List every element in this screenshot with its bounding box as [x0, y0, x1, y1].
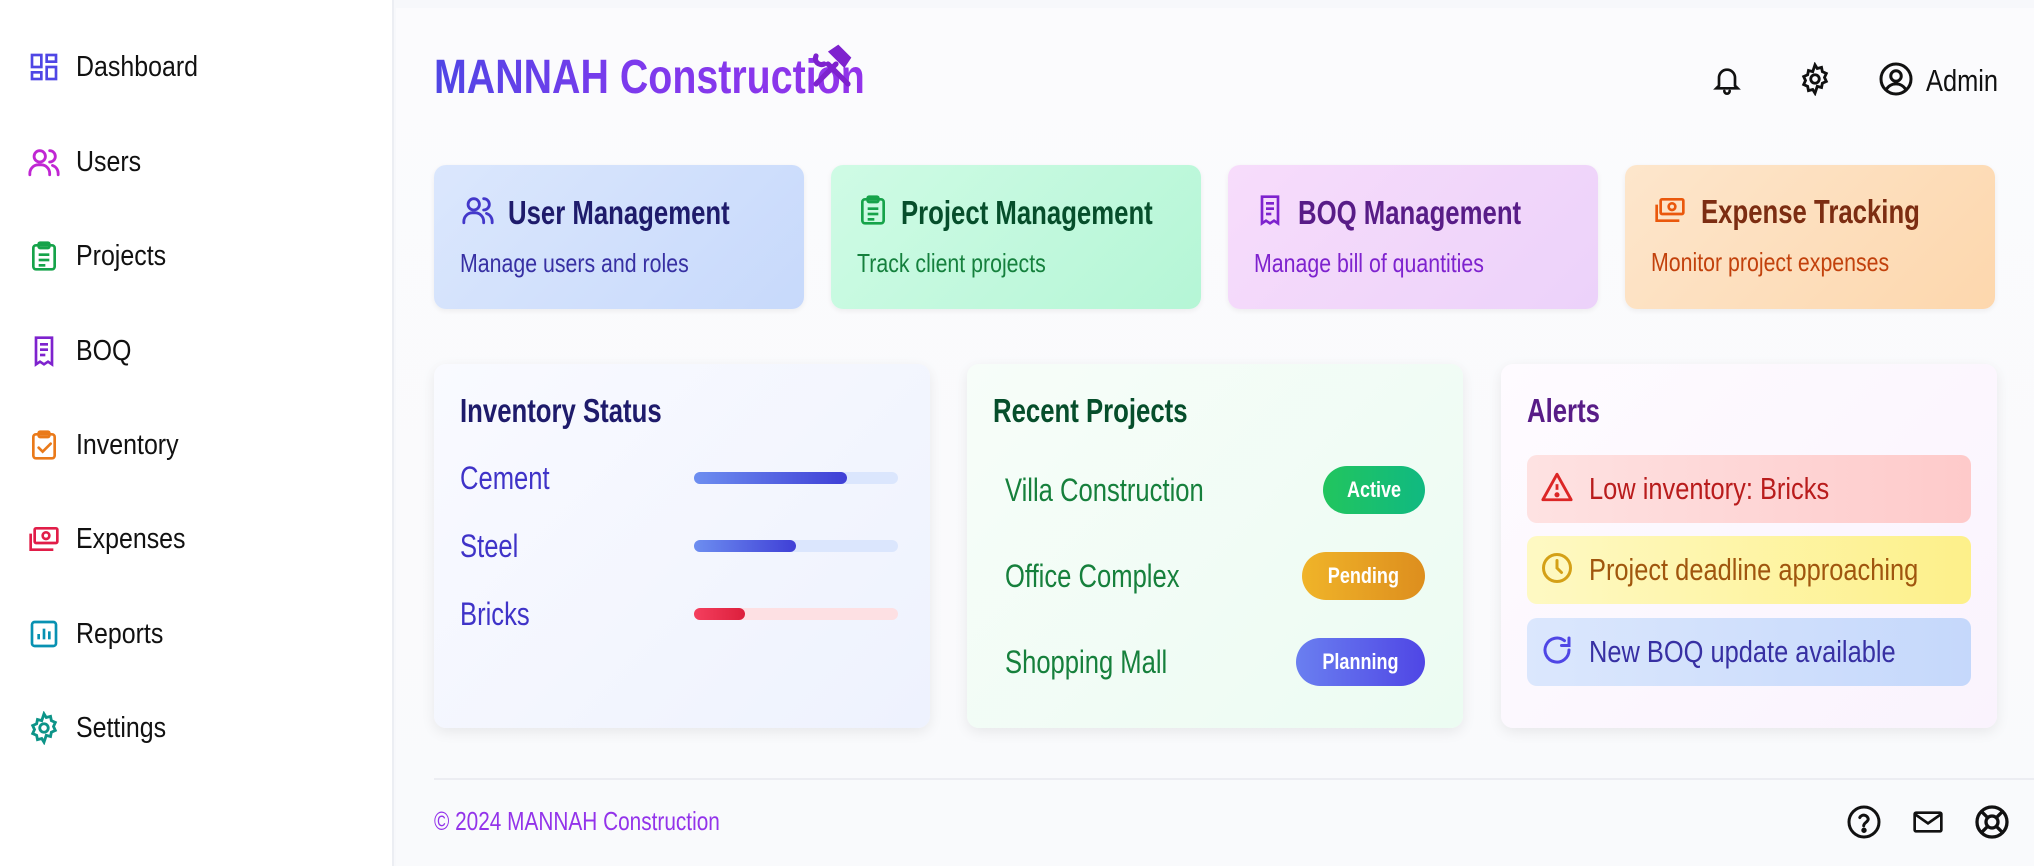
inventory-name: Cement: [460, 459, 550, 496]
cash-icon: [1651, 194, 1689, 231]
project-row[interactable]: Shopping Mall Planning: [1005, 636, 1425, 688]
project-name: Villa Construction: [1005, 471, 1204, 508]
inventory-row: Bricks: [460, 594, 904, 634]
admin-menu[interactable]: Admin: [1878, 61, 2016, 102]
gear-icon: [26, 710, 62, 746]
project-name: Office Complex: [1005, 557, 1180, 594]
card-title: BOQ Management: [1298, 193, 1522, 231]
inventory-name: Steel: [460, 527, 519, 564]
lifebuoy-icon: [1974, 804, 2010, 845]
sidebar-item-label: BOQ: [76, 334, 132, 367]
progress-bar: [694, 608, 898, 620]
alert-item[interactable]: Project deadline approaching: [1527, 536, 1971, 604]
sidebar-item-dashboard[interactable]: Dashboard: [26, 42, 356, 92]
main-content: MANNAH Construction Admin User Managemen…: [396, 8, 2034, 866]
card-desc: Track client projects: [857, 248, 1046, 278]
card-boq-management[interactable]: BOQ Management Manage bill of quantities: [1228, 165, 1598, 309]
alerts-panel: Alerts Low inventory: Bricks Project dea…: [1501, 364, 1997, 728]
sidebar-item-settings[interactable]: Settings: [26, 703, 356, 753]
project-row[interactable]: Villa Construction Active: [1005, 464, 1425, 516]
sidebar-item-inventory[interactable]: Inventory: [26, 420, 356, 470]
sidebar-item-label: Reports: [76, 617, 164, 650]
top-actions: Admin: [1662, 58, 2016, 104]
alert-item[interactable]: Low inventory: Bricks: [1527, 455, 1971, 523]
hammer-wrench-icon: [808, 44, 856, 97]
sidebar-item-expenses[interactable]: Expenses: [26, 514, 356, 564]
sidebar: Dashboard Users Projects BOQ Inventory E…: [0, 0, 394, 866]
clipboard-check-icon: [26, 427, 62, 463]
inventory-row: Cement: [460, 458, 904, 498]
card-title: Project Management: [901, 193, 1153, 231]
sidebar-item-users[interactable]: Users: [26, 137, 356, 187]
status-badge: Planning: [1296, 638, 1425, 686]
brand: MANNAH Construction: [434, 44, 959, 105]
card-title: Expense Tracking: [1701, 193, 1920, 230]
help-button[interactable]: [1844, 804, 1884, 844]
sidebar-item-label: Settings: [76, 711, 167, 744]
panel-title: Alerts: [1527, 392, 1600, 429]
support-button[interactable]: [1972, 804, 2012, 844]
question-icon: [1846, 804, 1882, 845]
admin-label: Admin: [1926, 63, 1999, 98]
status-badge: Active: [1322, 466, 1425, 514]
sidebar-item-projects[interactable]: Projects: [26, 231, 356, 281]
sidebar-item-label: Users: [76, 145, 142, 178]
refresh-icon: [1539, 632, 1575, 673]
progress-bar: [694, 472, 898, 484]
mail-icon: [1910, 806, 1946, 843]
receipt-icon: [26, 333, 62, 369]
cash-icon: [26, 521, 62, 557]
clipboard-icon: [857, 193, 889, 232]
page-title: MANNAH Construction: [434, 51, 865, 104]
notifications-button[interactable]: [1704, 58, 1750, 104]
bell-icon: [1711, 62, 1743, 101]
project-row[interactable]: Office Complex Pending: [1005, 550, 1425, 602]
recent-projects-panel: Recent Projects Villa Construction Activ…: [967, 364, 1463, 728]
sidebar-item-label: Expenses: [76, 522, 186, 555]
project-name: Shopping Mall: [1005, 643, 1168, 680]
card-expense-tracking[interactable]: Expense Tracking Monitor project expense…: [1625, 165, 1995, 309]
clock-icon: [1539, 550, 1575, 591]
card-title: User Management: [508, 193, 730, 231]
card-desc: Monitor project expenses: [1651, 247, 1890, 277]
copyright: © 2024 MANNAH Construction: [434, 806, 720, 836]
receipt-icon: [1254, 193, 1286, 232]
progress-fill: [694, 540, 796, 552]
card-project-management[interactable]: Project Management Track client projects: [831, 165, 1201, 309]
inventory-row: Steel: [460, 526, 904, 566]
alert-text: New BOQ update available: [1589, 634, 1896, 669]
card-user-management[interactable]: User Management Manage users and roles: [434, 165, 804, 309]
user-circle-icon: [1878, 61, 1914, 102]
status-badge: Pending: [1302, 552, 1425, 600]
panel-title: Inventory Status: [460, 392, 662, 429]
users-icon: [460, 193, 496, 232]
alert-item[interactable]: New BOQ update available: [1527, 618, 1971, 686]
warning-icon: [1539, 470, 1575, 509]
dashboard-icon: [26, 49, 62, 85]
users-icon: [26, 144, 62, 180]
alert-text: Low inventory: Bricks: [1589, 471, 1830, 506]
sidebar-item-reports[interactable]: Reports: [26, 609, 356, 659]
footer-actions: [1820, 804, 2012, 844]
sidebar-item-label: Inventory: [76, 428, 179, 461]
card-desc: Manage users and roles: [460, 248, 689, 278]
chart-icon: [26, 616, 62, 652]
progress-fill: [694, 608, 745, 620]
card-desc: Manage bill of quantities: [1254, 248, 1484, 278]
inventory-name: Bricks: [460, 595, 530, 632]
footer-divider: [434, 778, 2034, 780]
sidebar-item-boq[interactable]: BOQ: [26, 326, 356, 376]
alert-text: Project deadline approaching: [1589, 552, 1919, 587]
progress-bar: [694, 540, 898, 552]
panel-title: Recent Projects: [993, 392, 1188, 429]
clipboard-icon: [26, 238, 62, 274]
mail-button[interactable]: [1908, 804, 1948, 844]
sidebar-item-label: Dashboard: [76, 50, 199, 83]
gear-icon: [1798, 61, 1832, 101]
progress-fill: [694, 472, 847, 484]
settings-button[interactable]: [1792, 58, 1838, 104]
inventory-panel: Inventory Status Cement Steel Bricks: [434, 364, 930, 728]
sidebar-item-label: Projects: [76, 239, 167, 272]
